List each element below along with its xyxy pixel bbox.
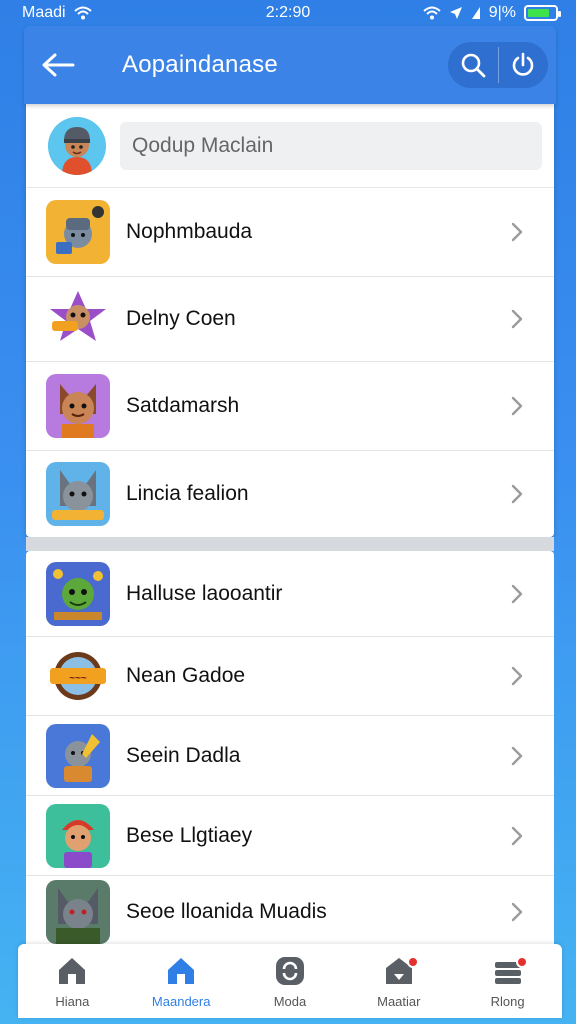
search-icon xyxy=(461,53,486,78)
header-actions xyxy=(448,42,548,88)
power-icon xyxy=(512,52,534,76)
list-item[interactable]: Delny Coen xyxy=(26,277,554,362)
nav-item-label: Maandera xyxy=(151,993,211,1009)
list-item-label: Nophmbauda xyxy=(126,220,253,243)
power-button[interactable] xyxy=(498,42,548,88)
chevron-right-icon xyxy=(511,746,523,765)
user-avatar-icon xyxy=(48,116,106,175)
back-button[interactable] xyxy=(38,45,78,85)
list-item-label: Lincia fealion xyxy=(126,482,249,505)
nav-item-label: Maatiar xyxy=(377,993,421,1009)
chevron-right-icon xyxy=(511,309,523,329)
page-title: Aopaindanase xyxy=(122,51,278,78)
battery-icon xyxy=(524,5,561,21)
list-item[interactable]: Satdamarsh xyxy=(26,362,554,451)
list-item-label: Satdamarsh xyxy=(126,394,240,417)
location-icon xyxy=(449,7,462,19)
list-card-secondary: Halluse laooantir ~~~ Nean Gadoe Seein Dadl… xyxy=(26,551,554,948)
list-item[interactable]: Halluse laooantir xyxy=(26,551,554,637)
list-card-primary: Nophmbauda Delny Coen Satdamarsh Lincia fea… xyxy=(26,104,554,537)
home-icon xyxy=(168,957,195,984)
status-bar: Maadi 2:2:90 9|% xyxy=(0,0,576,26)
list-item-label: Nean Gadoe xyxy=(126,664,246,687)
app-header: Aopaindanase xyxy=(24,26,556,104)
list-item-label: Delny Coen xyxy=(126,307,236,330)
game-icon-warrior xyxy=(46,723,110,788)
chevron-right-icon xyxy=(511,584,523,603)
arrow-left-icon xyxy=(42,53,75,77)
search-input[interactable] xyxy=(120,121,542,170)
nav-item-rlong[interactable]: Rlong xyxy=(453,944,562,1018)
nav-item-moda[interactable]: Moda xyxy=(236,944,345,1018)
nav-item-hiana[interactable]: Hiana xyxy=(18,944,127,1018)
signal-icon xyxy=(471,7,480,19)
list-item[interactable]: Seein Dadla xyxy=(26,716,554,796)
list-item[interactable]: Seoe lloanida Muadis xyxy=(26,876,554,948)
game-list-2: Halluse laooantir ~~~ Nean Gadoe Seein Dadl… xyxy=(26,551,554,948)
search-button[interactable] xyxy=(448,42,498,88)
chevron-right-icon xyxy=(511,666,523,686)
home-icon xyxy=(59,957,86,984)
search-row xyxy=(26,104,554,188)
chevron-right-icon xyxy=(511,826,523,845)
game-icon-wolf xyxy=(46,462,110,526)
list-item[interactable]: Lincia fealion xyxy=(26,451,554,537)
battery-percent: 9|% xyxy=(488,4,516,21)
chevron-right-icon xyxy=(511,484,523,504)
chevron-right-icon xyxy=(511,902,523,922)
svg-text:~~~: ~~~ xyxy=(69,673,87,684)
game-icon-goblin xyxy=(46,561,110,626)
nav-item-label: Hiana xyxy=(55,993,90,1009)
game-icon-knight xyxy=(46,200,110,264)
notification-badge xyxy=(406,956,419,968)
game-icon-beast xyxy=(46,880,110,944)
wifi-icon xyxy=(423,6,441,20)
list-item[interactable]: ~~~ Nean Gadoe xyxy=(26,637,554,716)
battery-level xyxy=(528,9,549,17)
game-list-1: Nophmbauda Delny Coen Satdamarsh Lincia fea… xyxy=(26,188,554,537)
list-item[interactable]: Nophmbauda xyxy=(26,188,554,277)
carrier-label: Maadi xyxy=(22,4,66,21)
wifi-icon xyxy=(73,6,92,20)
list-item-label: Bese Llgtiaey xyxy=(126,823,253,847)
clock: 2:2:90 xyxy=(265,4,311,21)
chevron-right-icon xyxy=(511,396,523,416)
app-window: Aopaindanase Qodup Maclain Nophmbauda De… xyxy=(24,26,556,948)
game-icon-elf xyxy=(46,803,110,868)
nav-item-maatiar[interactable]: Maatiar xyxy=(344,944,453,1018)
game-icon-flower xyxy=(46,287,110,351)
nav-item-label: Rlong xyxy=(490,993,525,1009)
list-item-label: Seoe lloanida Muadis xyxy=(126,900,327,923)
game-icon-cat xyxy=(46,374,110,438)
refresh-icon xyxy=(275,956,304,985)
nav-item-label: Moda xyxy=(273,993,307,1009)
nav-item-maandera[interactable]: Maandera xyxy=(127,944,236,1018)
section-separator xyxy=(26,537,554,551)
bottom-navigation: Hiana Maandera Moda Maatiar Rlong xyxy=(18,944,562,1018)
game-icon-badge: ~~~ xyxy=(46,644,110,708)
list-item[interactable]: Bese Llgtiaey xyxy=(26,796,554,876)
list-item-label: Halluse laooantir xyxy=(126,581,283,605)
chevron-right-icon xyxy=(511,222,523,242)
notification-badge xyxy=(515,956,528,968)
list-item-label: Seein Dadla xyxy=(126,743,241,767)
avatar[interactable] xyxy=(48,116,106,175)
